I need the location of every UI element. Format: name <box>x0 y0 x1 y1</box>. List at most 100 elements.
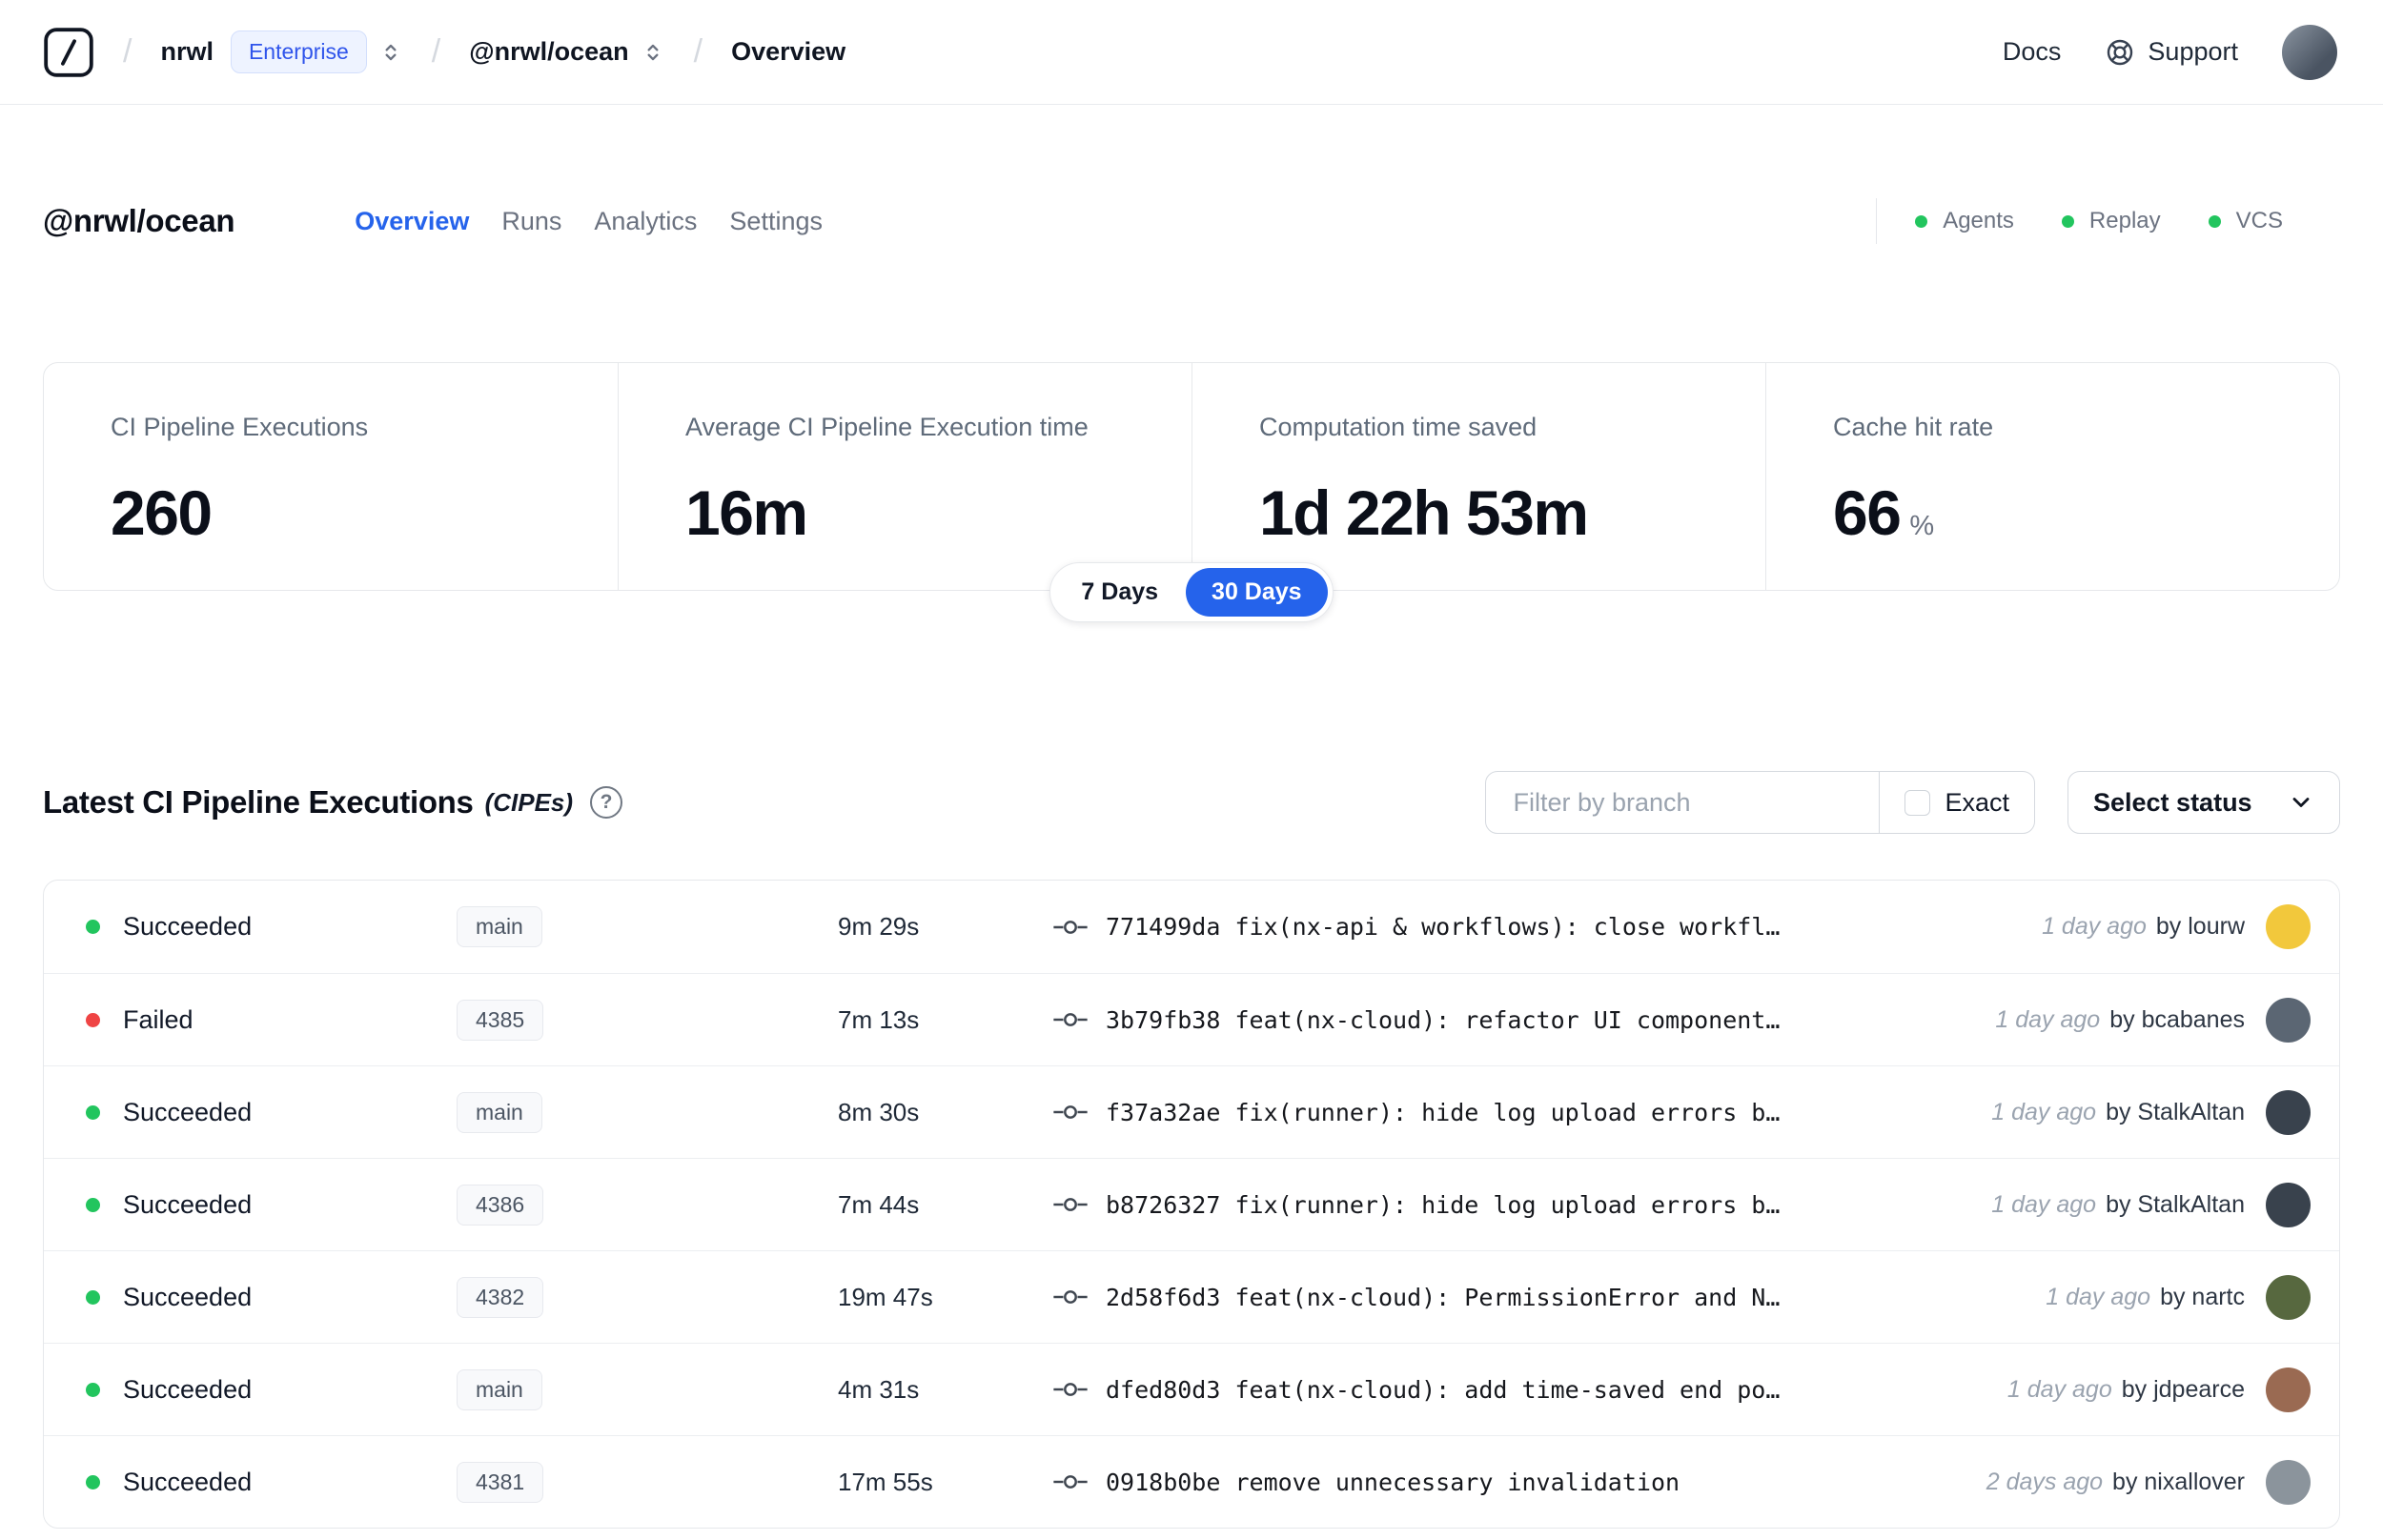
tab-runs[interactable]: Runs <box>501 207 561 236</box>
duration: 17m 55s <box>838 1467 933 1496</box>
exact-label: Exact <box>1945 787 2009 817</box>
branch-badge[interactable]: 4382 <box>457 1276 544 1318</box>
status-dot <box>86 1012 100 1027</box>
chevron-down-icon <box>2288 789 2314 816</box>
status-label: Succeeded <box>123 1097 253 1126</box>
org-switcher-icon[interactable] <box>378 40 403 65</box>
table-row[interactable]: Succeeded main 9m 29s 771499da fix(nx-ap… <box>44 881 2339 973</box>
relative-time: 1 day ago <box>1991 1098 2097 1125</box>
commit-message[interactable]: b8726327 fix(runner): hide log upload er… <box>1106 1191 1991 1219</box>
percent-suffix: % <box>1909 511 1934 541</box>
status-select-dropdown[interactable]: Select status <box>2067 771 2340 834</box>
status-label: Failed <box>123 1004 193 1034</box>
commit-message[interactable]: 0918b0be remove unnecessary invalidation <box>1106 1469 1986 1496</box>
range-30-days-button[interactable]: 30 Days <box>1186 568 1328 617</box>
breadcrumb-page: Overview <box>731 37 846 66</box>
commit-message[interactable]: dfed80d3 feat(nx-cloud): add time-saved … <box>1106 1376 2007 1404</box>
branch-filter-input[interactable] <box>1486 772 1880 833</box>
author: by jdpearce <box>2121 1375 2245 1403</box>
workspace-tabs: Overview Runs Analytics Settings <box>355 207 823 236</box>
breadcrumb-org[interactable]: nrwl <box>160 37 214 67</box>
commit-icon <box>1052 1099 1089 1125</box>
stat-value: 260 <box>111 477 213 548</box>
commit-icon <box>1052 914 1089 941</box>
date-range-toggle: 7 Days 30 Days <box>1049 562 1334 622</box>
legend-item-agents[interactable]: Agents <box>1915 208 2014 234</box>
legend-item-replay[interactable]: Replay <box>2061 208 2161 234</box>
legend-item-vcs[interactable]: VCS <box>2208 208 2283 234</box>
stat-label: Computation time saved <box>1259 413 1538 441</box>
duration: 8m 30s <box>838 1097 920 1126</box>
stat-label: Cache hit rate <box>1833 413 1994 441</box>
cipes-section-header: Latest CI Pipeline Executions (CIPEs) ? … <box>0 771 2383 834</box>
stat-card-ci-pipeline-executions: CI Pipeline Executions 260 <box>44 363 618 590</box>
table-row[interactable]: Succeeded 4381 17m 55s 0918b0be remove u… <box>44 1435 2339 1528</box>
status-label: Succeeded <box>123 1374 253 1404</box>
tab-overview[interactable]: Overview <box>355 207 469 236</box>
table-row[interactable]: Succeeded main 4m 31s dfed80d3 feat(nx-c… <box>44 1343 2339 1435</box>
avatar <box>2266 1459 2311 1505</box>
table-row[interactable]: Succeeded main 8m 30s f37a32ae fix(runne… <box>44 1065 2339 1158</box>
author: by nartc <box>2160 1283 2245 1310</box>
author: by StalkAltan <box>2106 1098 2245 1125</box>
commit-message[interactable]: f37a32ae fix(runner): hide log upload er… <box>1106 1099 1991 1126</box>
support-link[interactable]: Support <box>2105 37 2238 68</box>
stat-card-computation-time-saved: Computation time saved 1d 22h 53m <box>1192 363 1765 590</box>
feature-legend: Agents Replay VCS <box>1915 208 2283 234</box>
commit-message[interactable]: 3b79fb38 feat(nx-cloud): refactor UI com… <box>1106 1006 1995 1034</box>
stat-value: 1d 22h 53m <box>1259 477 1589 548</box>
relative-time: 2 days ago <box>1986 1468 2104 1495</box>
enterprise-badge: Enterprise <box>230 30 367 73</box>
status-dot <box>2061 214 2074 228</box>
status-dot <box>86 1474 100 1489</box>
table-row[interactable]: Succeeded 4382 19m 47s 2d58f6d3 feat(nx-… <box>44 1250 2339 1343</box>
stat-card-cache-hit-rate: Cache hit rate 66% <box>1765 363 2339 590</box>
relative-time: 1 day ago <box>2046 1283 2151 1310</box>
page-title: @nrwl/ocean <box>43 203 235 238</box>
status-label: Succeeded <box>123 1467 253 1496</box>
docs-link[interactable]: Docs <box>2003 37 2062 67</box>
avatar <box>2266 904 2311 949</box>
exact-toggle[interactable]: Exact <box>1880 788 2034 818</box>
breadcrumb-separator: / <box>123 33 132 70</box>
tab-settings[interactable]: Settings <box>729 207 823 236</box>
branch-badge[interactable]: main <box>457 1368 542 1410</box>
status-select-label: Select status <box>2093 787 2252 817</box>
user-avatar[interactable] <box>2282 24 2337 80</box>
workspace-switcher-icon[interactable] <box>641 40 665 65</box>
duration: 19m 47s <box>838 1282 933 1311</box>
commit-icon <box>1052 1006 1089 1033</box>
cipes-title-suffix: (CIPEs) <box>484 787 574 817</box>
stat-card-average-execution-time: Average CI Pipeline Execution time 16m <box>618 363 1192 590</box>
nx-cloud-logo[interactable] <box>43 27 94 78</box>
breadcrumb-workspace[interactable]: @nrwl/ocean <box>469 37 628 67</box>
exact-checkbox[interactable] <box>1904 789 1931 816</box>
commit-icon <box>1052 1284 1089 1310</box>
status-dot <box>86 1382 100 1397</box>
breadcrumb-separator: / <box>431 33 441 70</box>
stat-value: 16m <box>685 477 808 548</box>
status-dot <box>2208 214 2221 228</box>
table-row[interactable]: Succeeded 4386 7m 44s b8726327 fix(runne… <box>44 1158 2339 1250</box>
table-row[interactable]: Failed 4385 7m 13s 3b79fb38 feat(nx-clou… <box>44 973 2339 1065</box>
duration: 9m 29s <box>838 912 920 941</box>
range-7-days-button[interactable]: 7 Days <box>1055 568 1184 617</box>
branch-badge[interactable]: main <box>457 906 542 947</box>
commit-message[interactable]: 771499da fix(nx-api & workflows): close … <box>1106 913 2042 941</box>
avatar <box>2266 1274 2311 1320</box>
stat-label: Average CI Pipeline Execution time <box>685 413 1089 441</box>
branch-badge[interactable]: 4385 <box>457 999 544 1041</box>
branch-badge[interactable]: 4386 <box>457 1184 544 1226</box>
status-dot <box>86 920 100 934</box>
cipe-table: Succeeded main 9m 29s 771499da fix(nx-ap… <box>43 880 2340 1529</box>
branch-badge[interactable]: main <box>457 1091 542 1133</box>
branch-badge[interactable]: 4381 <box>457 1461 544 1503</box>
status-label: Succeeded <box>123 1282 253 1311</box>
top-navbar: / nrwl Enterprise / @nrwl/ocean / Overvi… <box>0 0 2383 105</box>
branch-filter-group: Exact <box>1485 771 2035 834</box>
avatar <box>2266 1089 2311 1135</box>
tab-analytics[interactable]: Analytics <box>594 207 697 236</box>
commit-message[interactable]: 2d58f6d3 feat(nx-cloud): PermissionError… <box>1106 1284 2046 1311</box>
help-icon[interactable]: ? <box>590 786 623 819</box>
support-icon <box>2105 37 2135 68</box>
